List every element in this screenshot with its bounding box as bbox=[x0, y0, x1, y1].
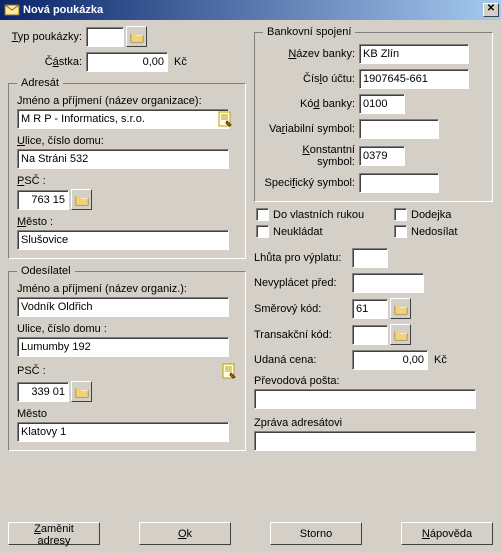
bank-var-input[interactable] bbox=[359, 119, 439, 139]
adresat-psc-label: PSČ : bbox=[17, 175, 237, 187]
bank-spec-label: Specifický symbol: bbox=[263, 177, 359, 189]
odesilatel-psc-input[interactable] bbox=[17, 382, 69, 402]
adresat-mesto-label: Město : bbox=[17, 216, 237, 228]
adresat-ulice-input[interactable] bbox=[17, 149, 229, 169]
adresat-jmeno-label: Jméno a příjmení (název organizace): bbox=[17, 95, 237, 107]
ok-button[interactable]: Ok bbox=[139, 522, 231, 545]
close-button[interactable]: ✕ bbox=[483, 3, 499, 17]
odesilatel-ulice-input[interactable] bbox=[17, 337, 229, 357]
lhuta-label: Lhůta pro výplatu: bbox=[254, 252, 352, 264]
smer-lookup-button[interactable] bbox=[390, 298, 411, 319]
odesilatel-mesto-label: Město bbox=[17, 408, 237, 420]
nedosilat-label: Nedosílat bbox=[411, 226, 457, 238]
trans-label: Transakční kód: bbox=[254, 329, 352, 341]
note-icon[interactable] bbox=[221, 363, 237, 379]
bank-nazev-label: Název banky: bbox=[263, 48, 359, 60]
adresat-psc-input[interactable] bbox=[17, 190, 69, 210]
note-icon[interactable] bbox=[217, 111, 233, 127]
typ-input[interactable] bbox=[86, 27, 124, 47]
bank-var-label: Variabilní symbol: bbox=[263, 123, 359, 135]
neukladat-checkbox[interactable] bbox=[256, 225, 269, 238]
smer-label: Směrový kód: bbox=[254, 303, 352, 315]
bank-kod-input[interactable] bbox=[359, 94, 405, 114]
trans-input[interactable] bbox=[352, 325, 388, 345]
bank-legend: Bankovní spojení bbox=[263, 26, 355, 38]
napoveda-button[interactable]: Nápověda bbox=[401, 522, 493, 545]
lhuta-input[interactable] bbox=[352, 248, 388, 268]
bank-kod-label: Kód banky: bbox=[263, 98, 359, 110]
dovlast-checkbox[interactable] bbox=[256, 208, 269, 221]
bank-group: Bankovní spojení Název banky: Číslo účtu… bbox=[254, 26, 493, 202]
nedosilat-checkbox[interactable] bbox=[394, 225, 407, 238]
dodejka-label: Dodejka bbox=[411, 209, 451, 221]
odesilatel-psc-lookup-button[interactable] bbox=[71, 381, 92, 402]
adresat-jmeno-input[interactable] bbox=[17, 109, 229, 129]
zprava-input[interactable] bbox=[254, 431, 476, 451]
adresat-group: Adresát Jméno a příjmení (název organiza… bbox=[8, 77, 246, 259]
adresat-psc-lookup-button[interactable] bbox=[71, 189, 92, 210]
typ-lookup-button[interactable] bbox=[126, 26, 147, 47]
dovlast-label: Do vlastních rukou bbox=[273, 209, 364, 221]
zamenit-button[interactable]: Zaměnit adresy bbox=[8, 522, 100, 545]
cena-kc: Kč bbox=[434, 354, 447, 366]
dodejka-checkbox[interactable] bbox=[394, 208, 407, 221]
bank-spec-input[interactable] bbox=[359, 173, 439, 193]
zprava-label: Zpráva adresátovi bbox=[254, 417, 493, 429]
adresat-mesto-input[interactable] bbox=[17, 230, 229, 250]
window-title: Nová poukázka bbox=[23, 4, 103, 16]
nevyplacet-label: Nevyplácet před: bbox=[254, 277, 352, 289]
adresat-legend: Adresát bbox=[17, 77, 63, 89]
odesilatel-mesto-input[interactable] bbox=[17, 422, 229, 442]
storno-button[interactable]: Storno bbox=[270, 522, 362, 545]
typ-label: Typ poukázky: bbox=[8, 31, 86, 43]
castka-input[interactable] bbox=[86, 52, 168, 72]
adresat-ulice-label: Ulice, číslo domu: bbox=[17, 135, 237, 147]
prevod-input[interactable] bbox=[254, 389, 476, 409]
cena-input[interactable] bbox=[352, 350, 428, 370]
neukladat-label: Neukládat bbox=[273, 226, 323, 238]
prevod-label: Převodová pošta: bbox=[254, 375, 493, 387]
smer-input[interactable] bbox=[352, 299, 388, 319]
bank-cislo-input[interactable] bbox=[359, 69, 469, 89]
kc-label: Kč bbox=[174, 56, 187, 68]
bank-nazev-input[interactable] bbox=[359, 44, 469, 64]
odesilatel-legend: Odesílatel bbox=[17, 265, 75, 277]
nevyplacet-input[interactable] bbox=[352, 273, 424, 293]
bank-cislo-label: Číslo účtu: bbox=[263, 73, 359, 85]
odesilatel-group: Odesílatel Jméno a příjmení (název organ… bbox=[8, 265, 246, 451]
bank-konst-input[interactable] bbox=[359, 146, 405, 166]
castka-label: Částka: bbox=[8, 56, 86, 68]
bank-konst-label: Konstantní symbol: bbox=[263, 144, 359, 168]
envelope-icon bbox=[4, 2, 20, 18]
cena-label: Udaná cena: bbox=[254, 354, 352, 366]
trans-lookup-button[interactable] bbox=[390, 324, 411, 345]
odesilatel-ulice-label: Ulice, číslo domu : bbox=[17, 323, 237, 335]
odesilatel-jmeno-label: Jméno a příjmení (název organiz.): bbox=[17, 283, 237, 295]
odesilatel-jmeno-input[interactable] bbox=[17, 297, 229, 317]
odesilatel-psc-label: PSČ : bbox=[17, 365, 46, 377]
